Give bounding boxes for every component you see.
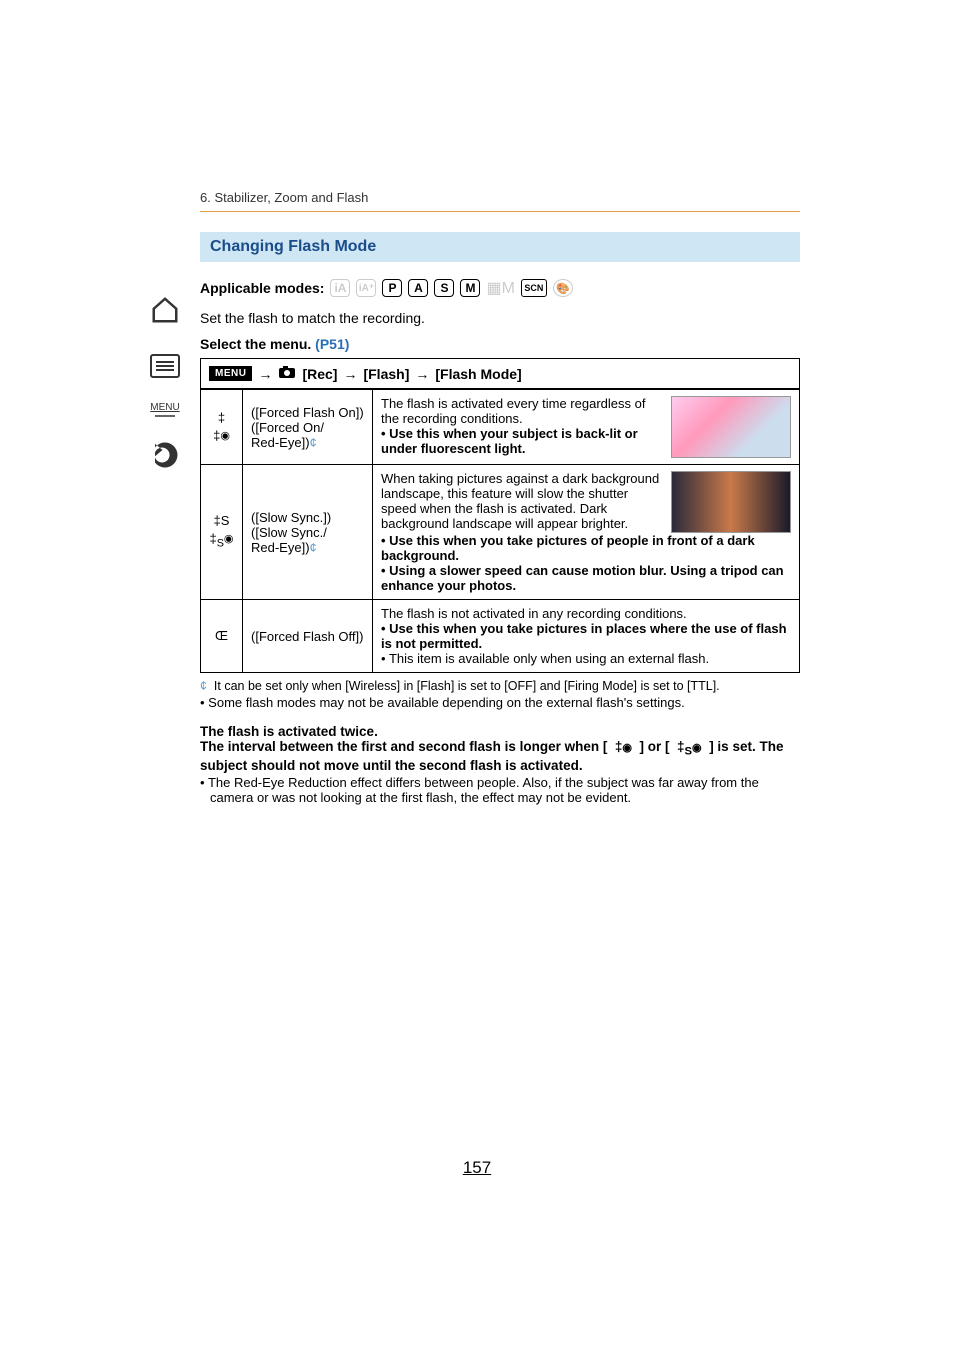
- note: • Some flash modes may not be available …: [200, 695, 800, 710]
- row2-labels: ([Slow Sync.]) ([Slow Sync./ Red-Eye])¢: [243, 465, 373, 600]
- row1-desc: The flash is activated every time regard…: [373, 390, 800, 465]
- para-bullet: • The Red-Eye Reduction effect differs b…: [200, 775, 800, 805]
- mode-a-icon: A: [408, 279, 428, 297]
- row2-thumb-icon: [671, 471, 791, 533]
- menu-path: MENU → [Rec] → [Flash] → [Flash Mode]: [200, 358, 800, 389]
- intro-text: Set the flash to match the recording.: [200, 310, 800, 326]
- menu-badge: MENU: [209, 366, 252, 381]
- camera-icon: [278, 365, 296, 382]
- mode-m-icon: M: [460, 279, 480, 297]
- applicable-modes: Applicable modes: iA iA⁺ P A S M ▦M SCN …: [200, 278, 800, 298]
- row2-bold1: Use this when you take pictures of peopl…: [381, 533, 755, 563]
- select-menu: Select the menu. (P51): [200, 336, 800, 352]
- divider: [200, 211, 800, 212]
- inline-flash-redeye-icon: ‡◉: [611, 739, 636, 754]
- row1-plain: The flash is activated every time regard…: [381, 396, 663, 426]
- row2-desc: When taking pictures against a dark back…: [373, 465, 800, 600]
- para-l2: The interval between the first and secon…: [200, 739, 800, 773]
- table-row: ‡S‡S◉ ([Slow Sync.]) ([Slow Sync./ Red-E…: [201, 465, 800, 600]
- flash-twice-para: The flash is activated twice. The interv…: [200, 724, 800, 805]
- menu-label: MENU: [150, 402, 179, 413]
- row1-thumb-icon: [671, 396, 791, 458]
- para-l2a: The interval between the first and secon…: [200, 739, 607, 754]
- arrow-icon-1: →: [258, 366, 272, 382]
- row1-labels: ([Forced Flash On]) ([Forced On/ Red-Eye…: [243, 390, 373, 465]
- table-row: ‡‡◉ ([Forced Flash On]) ([Forced On/ Red…: [201, 390, 800, 465]
- row3-bold: Use this when you take pictures in place…: [381, 621, 787, 651]
- row1-icons: ‡‡◉: [201, 390, 243, 465]
- select-menu-link[interactable]: (P51): [315, 336, 349, 352]
- row3-icons: Œ: [201, 600, 243, 673]
- footnote: ¢ It can be set only when [Wireless] in …: [200, 679, 800, 693]
- menu-flash: [Flash]: [363, 366, 409, 382]
- row3-desc: The flash is not activated in any record…: [373, 600, 800, 673]
- applicable-label: Applicable modes:: [200, 280, 324, 296]
- footnote-text: It can be set only when [Wireless] in [F…: [214, 679, 720, 693]
- row2-bold2: Using a slower speed can cause motion bl…: [381, 563, 784, 593]
- footnote-star: ¢: [200, 679, 207, 693]
- mode-movie-icon: ▦M: [486, 278, 514, 298]
- mode-ia-icon: iA: [330, 279, 350, 297]
- table-row: Œ ([Forced Flash Off]) The flash is not …: [201, 600, 800, 673]
- menu-rec: [Rec]: [302, 366, 337, 382]
- toc-icon[interactable]: [145, 346, 185, 386]
- mode-creative-icon: 🎨: [553, 279, 573, 297]
- para-bullet-text: The Red-Eye Reduction effect differs bet…: [208, 775, 759, 805]
- arrow-icon-2: →: [343, 366, 357, 382]
- menu-icon[interactable]: MENU: [145, 402, 185, 419]
- row3-plain: The flash is not activated in any record…: [381, 606, 791, 621]
- page-number: 157: [0, 1158, 954, 1178]
- note-text: Some flash modes may not be available de…: [208, 695, 685, 710]
- row3-labels: ([Forced Flash Off]): [243, 600, 373, 673]
- row2-icons: ‡S‡S◉: [201, 465, 243, 600]
- flash-table: ‡‡◉ ([Forced Flash On]) ([Forced On/ Red…: [200, 389, 800, 673]
- select-menu-label: Select the menu.: [200, 336, 311, 352]
- inline-slow-redeye-icon: ‡S◉: [673, 739, 705, 754]
- back-icon[interactable]: [145, 435, 185, 475]
- mode-s-icon: S: [434, 279, 454, 297]
- row1-bold: Use this when your subject is back-lit o…: [381, 426, 638, 456]
- mode-p-icon: P: [382, 279, 402, 297]
- breadcrumb: 6. Stabilizer, Zoom and Flash: [200, 190, 800, 205]
- para-l2b: ] or [: [640, 739, 670, 754]
- mode-ia-plus-icon: iA⁺: [356, 279, 376, 297]
- row3-note: This item is available only when using a…: [389, 651, 709, 666]
- arrow-icon-3: →: [415, 366, 429, 382]
- home-icon[interactable]: [145, 290, 185, 330]
- section-title: Changing Flash Mode: [200, 232, 800, 262]
- para-l1: The flash is activated twice.: [200, 724, 800, 739]
- mode-scn-icon: SCN: [521, 279, 547, 297]
- menu-flashmode: [Flash Mode]: [435, 366, 521, 382]
- row2-plain: When taking pictures against a dark back…: [381, 471, 663, 531]
